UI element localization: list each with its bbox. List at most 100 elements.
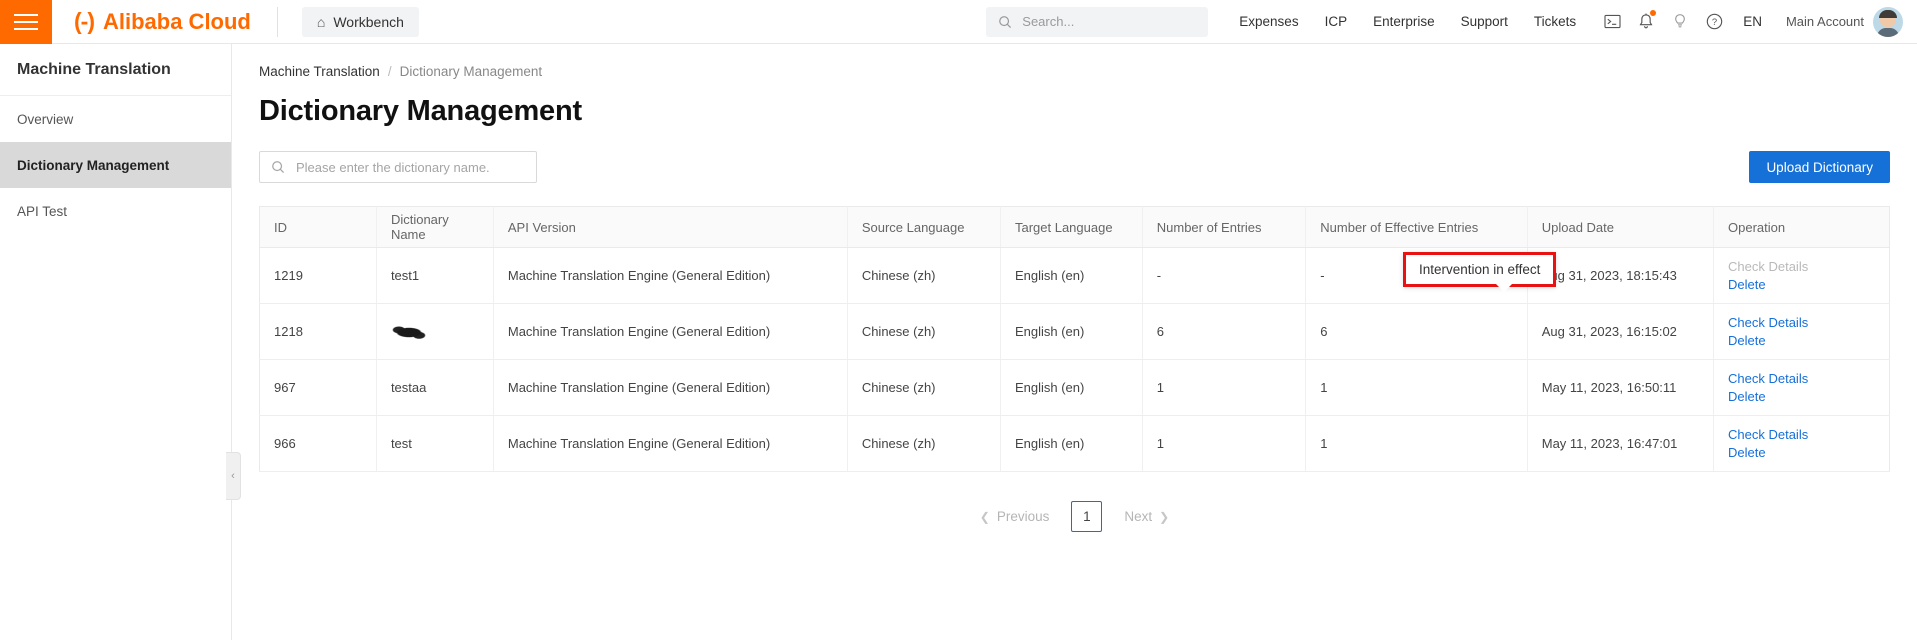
table-body: 1219 test1 Machine Translation Engine (G… (260, 248, 1890, 472)
svg-text:?: ? (1712, 17, 1717, 28)
nav-link-enterprise[interactable]: Enterprise (1360, 14, 1448, 29)
cell-operation: Check Details Delete (1714, 416, 1890, 472)
column-header-number-of-effective-entries: Number of Effective Entries (1306, 207, 1527, 248)
operation-links: Check Details Delete (1728, 314, 1832, 349)
nav-link-icp[interactable]: ICP (1312, 14, 1361, 29)
account-name-label: Main Account (1786, 14, 1864, 29)
top-navigation-bar: (-) Alibaba Cloud ⌂ Workbench Search... … (0, 0, 1917, 44)
redacted-dictionary-name (391, 326, 427, 339)
next-page-button[interactable]: Next ❯ (1112, 502, 1181, 532)
avatar-hair (1879, 10, 1897, 18)
breadcrumb-root[interactable]: Machine Translation (259, 64, 380, 79)
sidebar-collapse-handle[interactable]: ‹ (226, 452, 241, 500)
cell-api-version: Machine Translation Engine (General Edit… (493, 416, 847, 472)
cell-target-language: English (en) (1000, 304, 1142, 360)
check-details-link[interactable]: Check Details (1728, 258, 1808, 276)
sidebar-item-label: Dictionary Management (17, 158, 169, 173)
previous-label: Previous (997, 509, 1050, 524)
cell-api-version: Machine Translation Engine (General Edit… (493, 248, 847, 304)
table-toolbar: Please enter the dictionary name. Upload… (259, 151, 1890, 183)
home-icon: ⌂ (317, 15, 325, 29)
cell-number-of-entries: 6 (1142, 304, 1306, 360)
cell-target-language: English (en) (1000, 416, 1142, 472)
page-number-1[interactable]: 1 (1071, 501, 1102, 532)
header-nav-links: Expenses ICP Enterprise Support Tickets (1226, 14, 1589, 29)
table-row: 966 test Machine Translation Engine (Gen… (260, 416, 1890, 472)
table-header-row: ID Dictionary Name API Version Source La… (260, 207, 1890, 248)
cell-upload-date: May 11, 2023, 16:50:11 (1527, 360, 1713, 416)
cell-source-language: Chinese (zh) (847, 416, 1000, 472)
help-circle-icon[interactable]: ? (1697, 0, 1731, 44)
cell-dictionary-name (376, 304, 493, 360)
cell-target-language: English (en) (1000, 248, 1142, 304)
check-details-link[interactable]: Check Details (1728, 426, 1808, 444)
operation-links: Check Details Delete (1728, 426, 1832, 461)
cell-operation: Check Details Delete (1714, 248, 1890, 304)
cell-number-of-entries: - (1142, 248, 1306, 304)
table-row: 1219 test1 Machine Translation Engine (G… (260, 248, 1890, 304)
nav-link-expenses[interactable]: Expenses (1226, 14, 1311, 29)
delete-link[interactable]: Delete (1728, 276, 1766, 294)
sidebar-item-overview[interactable]: Overview (0, 96, 231, 142)
language-selector[interactable]: EN (1731, 14, 1774, 29)
account-menu[interactable]: Main Account (1786, 7, 1903, 37)
cell-upload-date: Aug 31, 2023, 16:15:02 (1527, 304, 1713, 360)
cell-dictionary-name: test1 (376, 248, 493, 304)
notification-bell-icon[interactable] (1629, 0, 1663, 44)
column-header-api-version: API Version (493, 207, 847, 248)
avatar-body (1877, 28, 1899, 37)
breadcrumb-separator: / (388, 64, 392, 79)
sidebar-item-dictionary-management[interactable]: Dictionary Management (0, 142, 231, 188)
terminal-glyph-icon (1604, 14, 1621, 29)
nav-link-support[interactable]: Support (1448, 14, 1521, 29)
global-search-input[interactable]: Search... (986, 7, 1208, 37)
column-header-dictionary-name: Dictionary Name (376, 207, 493, 248)
bell-glyph-icon (1638, 13, 1654, 30)
cell-dictionary-name: testaa (376, 360, 493, 416)
search-icon (271, 160, 285, 174)
avatar (1873, 7, 1903, 37)
hamburger-menu-icon[interactable] (0, 0, 52, 44)
dictionary-name-search-input[interactable]: Please enter the dictionary name. (259, 151, 537, 183)
delete-link[interactable]: Delete (1728, 444, 1766, 462)
brand-name: Alibaba Cloud (103, 11, 251, 33)
lightbulb-icon[interactable] (1663, 0, 1697, 44)
column-header-target-language: Target Language (1000, 207, 1142, 248)
dictionary-table-wrapper: ID Dictionary Name API Version Source La… (259, 206, 1890, 472)
page-title: Dictionary Management (259, 95, 1890, 128)
sidebar-item-label: Overview (17, 112, 73, 127)
nav-link-tickets[interactable]: Tickets (1521, 14, 1589, 29)
table-row: 967 testaa Machine Translation Engine (G… (260, 360, 1890, 416)
intervention-in-effect-tooltip: Intervention in effect (1403, 252, 1556, 287)
column-header-upload-date: Upload Date (1527, 207, 1713, 248)
chevron-right-icon: ❯ (1159, 510, 1169, 524)
search-placeholder: Search... (1022, 14, 1074, 29)
lightbulb-glyph-icon (1673, 13, 1687, 30)
workbench-button[interactable]: ⌂ Workbench (302, 7, 419, 37)
sidebar-title: Machine Translation (0, 44, 231, 96)
header-icon-group: ? (1595, 0, 1731, 44)
delete-link[interactable]: Delete (1728, 388, 1766, 406)
breadcrumb-current: Dictionary Management (400, 64, 543, 79)
terminal-icon[interactable] (1595, 0, 1629, 44)
previous-page-button[interactable]: ❮ Previous (968, 502, 1062, 532)
cell-number-of-entries: 1 (1142, 416, 1306, 472)
delete-link[interactable]: Delete (1728, 332, 1766, 350)
upload-dictionary-button[interactable]: Upload Dictionary (1749, 151, 1890, 183)
cell-api-version: Machine Translation Engine (General Edit… (493, 360, 847, 416)
cell-id: 1219 (260, 248, 377, 304)
pagination: ❮ Previous 1 Next ❯ (259, 501, 1890, 532)
alibaba-cloud-mark-icon: (-) (74, 10, 94, 33)
check-details-link[interactable]: Check Details (1728, 370, 1808, 388)
cell-dictionary-name: test (376, 416, 493, 472)
hamburger-line (14, 21, 38, 23)
sidebar: Machine Translation Overview Dictionary … (0, 44, 232, 640)
check-details-link[interactable]: Check Details (1728, 314, 1808, 332)
sidebar-item-api-test[interactable]: API Test (0, 188, 231, 234)
cell-operation: Check Details Delete (1714, 304, 1890, 360)
dictionary-table: ID Dictionary Name API Version Source La… (259, 206, 1890, 472)
search-icon (998, 15, 1012, 29)
notification-badge-dot (1650, 10, 1656, 16)
workbench-label: Workbench (333, 14, 404, 30)
alibaba-cloud-logo[interactable]: (-) Alibaba Cloud (74, 0, 251, 44)
